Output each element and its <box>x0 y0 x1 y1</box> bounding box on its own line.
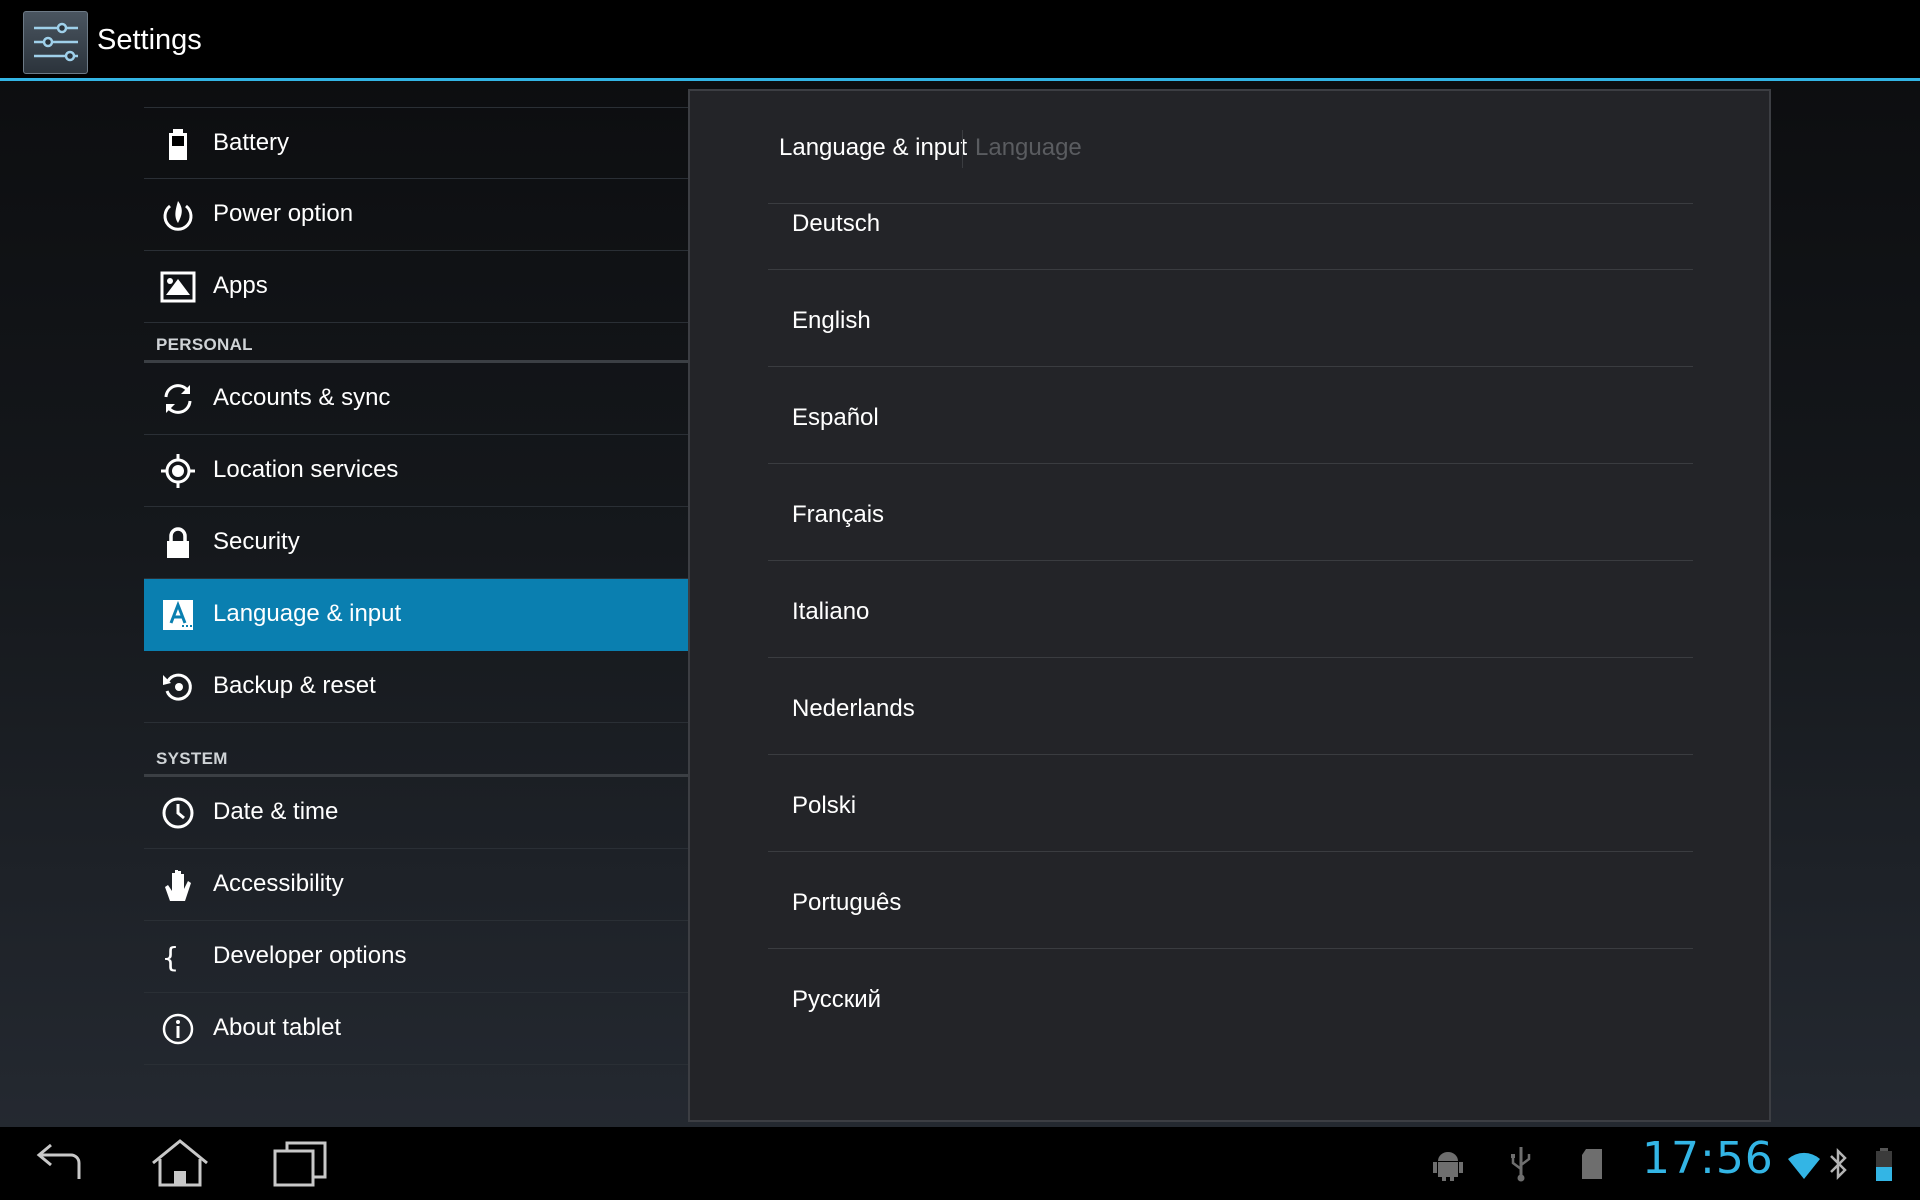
hand-icon <box>160 867 196 903</box>
back-icon[interactable] <box>23 1135 97 1193</box>
flame-power-icon <box>160 197 196 233</box>
sidebar-item-accounts-sync[interactable]: Accounts & sync <box>144 363 688 435</box>
breadcrumb-language-input[interactable]: Language & input <box>779 134 967 162</box>
sidebar-item-location-services[interactable]: Location services <box>144 435 688 507</box>
language-item-espanol[interactable]: Español <box>768 367 1693 464</box>
battery-icon <box>160 126 196 162</box>
lock-icon <box>160 525 196 561</box>
settings-sliders-icon[interactable] <box>23 11 88 74</box>
wifi-icon[interactable] <box>1786 1145 1822 1183</box>
language-detail-panel: Language & input Language Deutsch Englis… <box>688 89 1771 1122</box>
braces-icon: { } <box>160 939 213 975</box>
sidebar-item-security[interactable]: Security <box>144 507 688 579</box>
language-item-russian[interactable]: Русский <box>768 949 1693 1046</box>
action-bar: Settings <box>0 0 1920 81</box>
language-item-deutsch[interactable]: Deutsch <box>768 204 1693 270</box>
sync-icon <box>160 381 196 417</box>
sidebar-item-apps[interactable]: Apps <box>144 251 688 323</box>
breadcrumb-separator <box>962 130 963 168</box>
backup-icon <box>160 669 196 705</box>
language-item-italiano[interactable]: Italiano <box>768 561 1693 658</box>
section-header-system: SYSTEM <box>144 745 688 777</box>
recent-apps-icon[interactable] <box>263 1135 337 1193</box>
language-item-nederlands[interactable]: Nederlands <box>768 658 1693 755</box>
system-navigation-bar: 17:56 <box>0 1127 1920 1200</box>
location-icon <box>160 453 196 489</box>
language-icon <box>160 597 196 633</box>
sd-card-icon[interactable] <box>1574 1145 1610 1183</box>
breadcrumb-language: Language <box>975 134 1082 161</box>
battery-status-icon[interactable] <box>1870 1145 1898 1183</box>
clock-icon <box>160 795 196 831</box>
sidebar-item-accessibility[interactable]: Accessibility <box>144 849 688 921</box>
language-item-polski[interactable]: Polski <box>768 755 1693 852</box>
status-clock[interactable]: 17:56 <box>1642 1133 1774 1184</box>
apps-icon <box>160 269 196 305</box>
language-item-english[interactable]: English <box>768 270 1693 367</box>
sidebar-item-backup-reset[interactable]: Backup & reset <box>144 651 688 723</box>
language-item-francais[interactable]: Français <box>768 464 1693 561</box>
section-header-personal: PERSONAL <box>144 331 688 363</box>
usb-icon[interactable] <box>1503 1145 1539 1183</box>
android-debug-icon[interactable] <box>1430 1145 1466 1183</box>
info-icon <box>160 1011 196 1047</box>
svg-text:{ }: { } <box>162 941 196 974</box>
app-title: Settings <box>97 24 202 56</box>
sidebar-item-about-tablet[interactable]: About tablet <box>144 993 688 1065</box>
sidebar-item-language-input[interactable]: Language & input <box>144 579 688 651</box>
sidebar-item-developer-options[interactable]: { } Developer options <box>144 921 688 993</box>
sidebar-item-battery[interactable]: Battery <box>144 107 688 179</box>
settings-category-list: Battery Power option Apps PERSONAL Accou… <box>144 84 688 1084</box>
sidebar-item-power-option[interactable]: Power option <box>144 179 688 251</box>
sidebar-item-date-time[interactable]: Date & time <box>144 777 688 849</box>
home-icon[interactable] <box>143 1135 217 1193</box>
bluetooth-icon[interactable] <box>1826 1145 1850 1183</box>
language-item-portugues[interactable]: Português <box>768 852 1693 949</box>
